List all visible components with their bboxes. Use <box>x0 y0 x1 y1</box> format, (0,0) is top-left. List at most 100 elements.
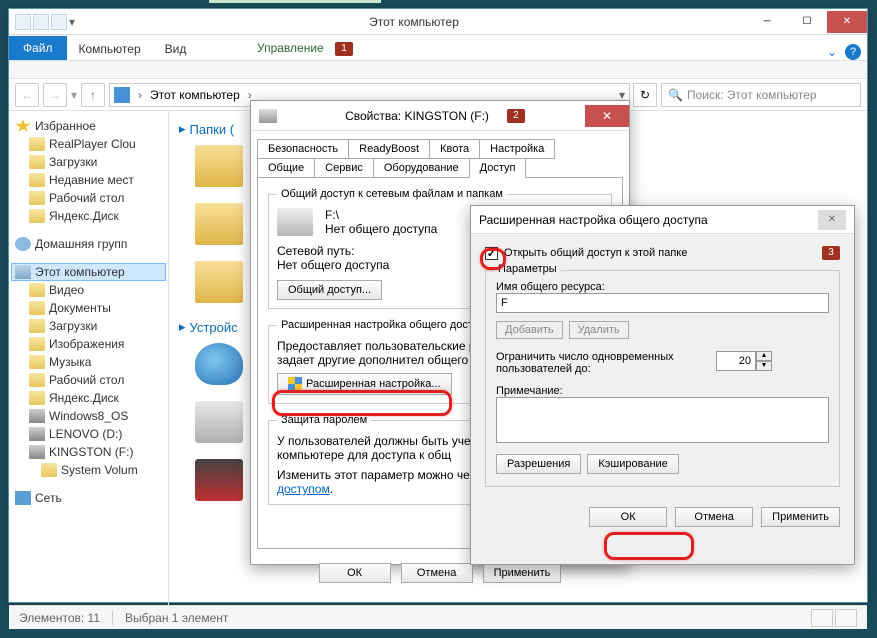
status-count: Элементов: 11 <box>19 611 100 625</box>
thispc-group[interactable]: Этот компьютер <box>11 263 166 281</box>
share-button[interactable]: Общий доступ... <box>277 280 382 300</box>
favorites-group[interactable]: Избранное <box>11 117 166 135</box>
dialog-buttons: ОК Отмена Применить <box>471 499 854 535</box>
folder-icon <box>29 337 45 351</box>
search-placeholder: Поиск: Этот компьютер <box>687 88 817 102</box>
tab-manage[interactable]: Управление 1 <box>245 37 365 60</box>
skydrive-icon <box>195 343 243 385</box>
folder-icon <box>29 155 45 169</box>
group-legend: Защита паролем <box>277 414 371 426</box>
ok-button[interactable]: ОК <box>589 507 667 527</box>
hint-badge-3: 3 <box>822 246 840 260</box>
folder-icon <box>29 319 45 333</box>
tab-quota[interactable]: Квота <box>429 139 480 159</box>
refresh-button[interactable]: ↻ <box>633 83 657 107</box>
chevron-right-icon[interactable]: › <box>134 88 146 102</box>
view-details-button[interactable] <box>811 609 833 627</box>
window-controls: ─ ☐ ✕ <box>747 11 867 33</box>
homegroup-icon <box>15 237 31 251</box>
spin-up-button[interactable]: ▲ <box>756 351 772 361</box>
caching-button[interactable]: Кэширование <box>587 454 678 474</box>
qat-newfolder-icon[interactable] <box>51 14 67 30</box>
tab-tools[interactable]: Сервис <box>314 158 374 178</box>
share-path: F:\ <box>325 208 437 222</box>
folder-icon <box>29 191 45 205</box>
sidebar-item[interactable]: Загрузки <box>11 317 166 335</box>
sidebar-item[interactable]: Документы <box>11 299 166 317</box>
drive-icon <box>277 208 313 236</box>
tab-customize[interactable]: Настройка <box>479 139 555 159</box>
sidebar-item[interactable]: Windows8_OS <box>11 407 166 425</box>
help-icon[interactable]: ? <box>845 44 861 60</box>
tab-sharing[interactable]: Доступ <box>469 158 527 178</box>
sidebar-item[interactable]: Рабочий стол <box>11 189 166 207</box>
tab-file[interactable]: Файл <box>9 36 67 60</box>
add-button[interactable]: Добавить <box>496 321 563 339</box>
forward-button[interactable]: → <box>43 83 67 107</box>
minimize-button[interactable]: ─ <box>747 11 787 33</box>
qat-dropdown-icon[interactable]: ▾ <box>69 15 75 29</box>
ok-button[interactable]: ОК <box>319 563 391 583</box>
limit-input[interactable] <box>716 351 756 371</box>
tab-general[interactable]: Общие <box>257 158 315 178</box>
drive-icon <box>259 109 277 123</box>
apply-button[interactable]: Применить <box>483 563 562 583</box>
share-status: Нет общего доступа <box>325 222 437 236</box>
sidebar-item[interactable]: Недавние мест <box>11 171 166 189</box>
ribbon-body <box>9 61 867 79</box>
sidebar-item[interactable]: Рабочий стол <box>11 371 166 389</box>
tab-security[interactable]: Безопасность <box>257 139 349 159</box>
group-legend: Параметры <box>494 263 561 275</box>
spin-down-button[interactable]: ▼ <box>756 361 772 371</box>
view-tiles-button[interactable] <box>835 609 857 627</box>
tab-computer[interactable]: Компьютер <box>67 38 153 60</box>
advanced-sharing-button[interactable]: Расширенная настройка... <box>277 373 452 395</box>
maximize-button[interactable]: ☐ <box>787 11 827 33</box>
share-folder-checkbox[interactable]: ✓ <box>485 247 498 260</box>
advanced-sharing-dialog: Расширенная настройка общего доступа ✕ ✓… <box>470 205 855 565</box>
sidebar-item[interactable]: Видео <box>11 281 166 299</box>
cancel-button[interactable]: Отмена <box>675 507 753 527</box>
up-button[interactable]: ↑ <box>81 83 105 107</box>
permissions-button[interactable]: Разрешения <box>496 454 581 474</box>
titlebar: ▾ Средства работы с дисками Этот компьют… <box>9 9 867 35</box>
homegroup-group[interactable]: Домашняя групп <box>11 235 166 253</box>
history-dropdown-icon[interactable]: ▾ <box>71 88 77 102</box>
ribbon-expand-icon[interactable]: ⌄ <box>827 45 837 59</box>
dialog-close-button[interactable]: ✕ <box>818 210 846 230</box>
remove-button[interactable]: Удалить <box>569 321 629 339</box>
tab-readyboost[interactable]: ReadyBoost <box>348 139 430 159</box>
network-group[interactable]: Сеть <box>11 489 166 507</box>
folder-icon <box>29 391 45 405</box>
drive-icon <box>195 401 243 443</box>
sidebar-item[interactable]: LENOVO (D:) <box>11 425 166 443</box>
back-button[interactable]: ← <box>15 83 39 107</box>
share-name-input[interactable] <box>496 293 829 313</box>
sidebar-item[interactable]: RealPlayer Clou <box>11 135 166 153</box>
close-button[interactable]: ✕ <box>827 11 867 33</box>
folder-icon <box>29 209 45 223</box>
sidebar-item[interactable]: Яндекс.Диск <box>11 207 166 225</box>
dialog-close-button[interactable]: ✕ <box>585 105 629 127</box>
cancel-button[interactable]: Отмена <box>401 563 473 583</box>
sidebar-item[interactable]: Изображения <box>11 335 166 353</box>
breadcrumb[interactable]: Этот компьютер <box>150 88 240 102</box>
tab-view[interactable]: Вид <box>153 38 199 60</box>
sidebar-item[interactable]: Загрузки <box>11 153 166 171</box>
star-icon <box>15 119 31 133</box>
folder-icon <box>41 463 57 477</box>
app-icon <box>15 14 31 30</box>
ribbon-tabs: Файл Компьютер Вид Управление 1 ⌄ ? <box>9 35 867 61</box>
status-bar: Элементов: 11 Выбран 1 элемент <box>9 605 867 629</box>
apply-button[interactable]: Применить <box>761 507 840 527</box>
tab-hardware[interactable]: Оборудование <box>373 158 470 178</box>
sidebar-item[interactable]: KINGSTON (F:) <box>11 443 166 461</box>
sidebar-item[interactable]: Яндекс.Диск <box>11 389 166 407</box>
search-input[interactable]: 🔍 Поиск: Этот компьютер <box>661 83 861 107</box>
sidebar-item[interactable]: Музыка <box>11 353 166 371</box>
sidebar-item[interactable]: System Volum <box>11 461 166 479</box>
note-textarea[interactable] <box>496 397 829 443</box>
limit-spinner[interactable]: ▲ ▼ <box>716 351 772 371</box>
qat-properties-icon[interactable] <box>33 14 49 30</box>
drive-icon <box>29 445 45 459</box>
